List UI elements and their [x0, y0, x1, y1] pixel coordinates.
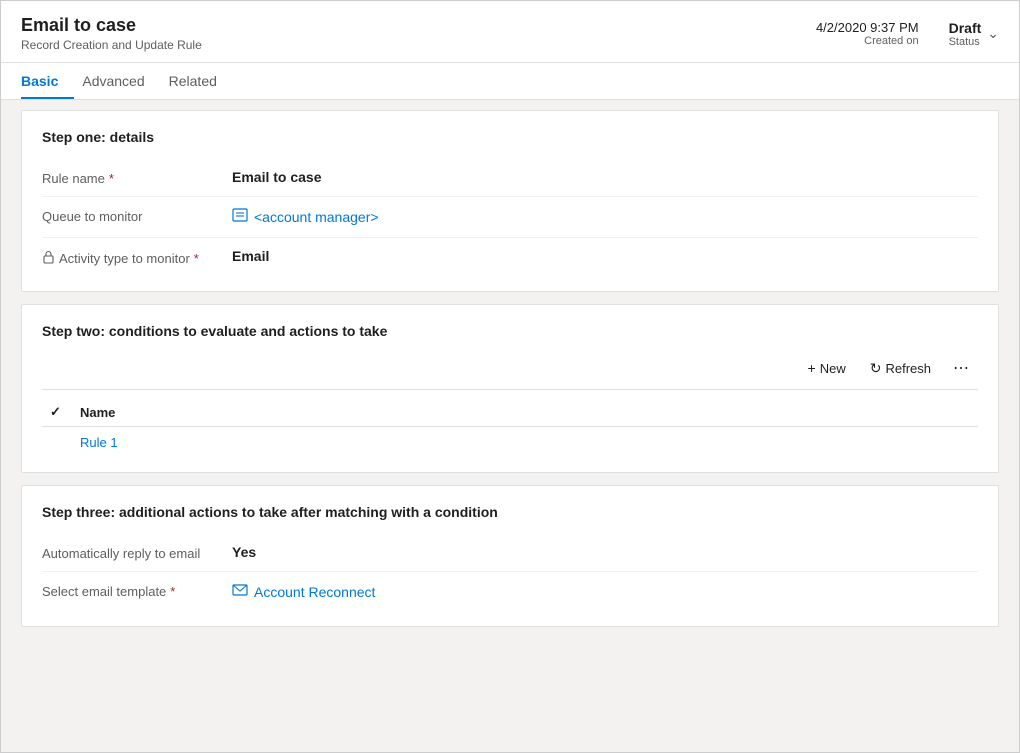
header-right: 4/2/2020 9:37 PM Created on Draft Status… [816, 20, 999, 48]
refresh-icon: ↻ [870, 360, 882, 377]
required-star: * [109, 171, 114, 186]
table-cell-check [42, 427, 72, 459]
check-icon: ✓ [50, 404, 61, 419]
email-template-icon [232, 582, 248, 602]
header: Email to case Record Creation and Update… [1, 1, 1019, 63]
new-button[interactable]: + New [798, 355, 856, 381]
email-template-value[interactable]: Account Reconnect [232, 582, 978, 602]
step-one-title: Step one: details [42, 129, 978, 145]
queue-icon [232, 207, 248, 227]
queue-to-monitor-row: Queue to monitor <account manager> [42, 197, 978, 238]
more-options-button[interactable]: ⋯ [945, 353, 978, 383]
queue-to-monitor-label: Queue to monitor [42, 207, 232, 224]
conditions-table: ✓ Name Rule 1 [42, 398, 978, 458]
step-two-toolbar: + New ↻ Refresh ⋯ [42, 353, 978, 390]
table-header-check: ✓ [42, 398, 72, 427]
activity-type-row: Activity type to monitor * Email [42, 238, 978, 277]
step-one-card: Step one: details Rule name * Email to c… [21, 110, 999, 292]
plus-icon: + [808, 360, 816, 376]
page-title: Email to case [21, 15, 202, 36]
step-two-card: Step two: conditions to evaluate and act… [21, 304, 999, 473]
rule-name-label: Rule name * [42, 169, 232, 186]
required-star-2: * [194, 251, 199, 266]
tab-advanced[interactable]: Advanced [82, 63, 160, 99]
header-left: Email to case Record Creation and Update… [21, 15, 202, 52]
table-row[interactable]: Rule 1 [42, 427, 978, 459]
auto-reply-value: Yes [232, 544, 978, 560]
activity-type-value: Email [232, 248, 978, 264]
chevron-down-icon[interactable]: ⌄ [987, 25, 999, 42]
table-header-name: Name [72, 398, 978, 427]
table-cell-name[interactable]: Rule 1 [72, 427, 978, 459]
required-star-3: * [170, 584, 175, 599]
status-value: Draft [949, 20, 982, 36]
status-text-wrap: Draft Status [949, 20, 982, 48]
step-three-card: Step three: additional actions to take a… [21, 485, 999, 627]
main-content: Step one: details Rule name * Email to c… [1, 100, 1019, 752]
tab-related[interactable]: Related [169, 63, 233, 99]
step-three-title: Step three: additional actions to take a… [42, 504, 978, 520]
queue-to-monitor-value[interactable]: <account manager> [232, 207, 978, 227]
lock-icon [42, 250, 55, 267]
email-template-label: Select email template * [42, 582, 232, 599]
rule-name-row: Rule name * Email to case [42, 159, 978, 197]
status-block[interactable]: Draft Status ⌄ [949, 20, 999, 48]
email-template-row: Select email template * Account Reconnec… [42, 572, 978, 612]
auto-reply-row: Automatically reply to email Yes [42, 534, 978, 572]
refresh-button[interactable]: ↻ Refresh [860, 355, 941, 382]
header-meta: 4/2/2020 9:37 PM Created on [816, 20, 919, 47]
status-label: Status [949, 36, 982, 48]
auto-reply-label: Automatically reply to email [42, 544, 232, 561]
page-subtitle: Record Creation and Update Rule [21, 38, 202, 52]
created-date: 4/2/2020 9:37 PM [816, 20, 919, 35]
tab-basic[interactable]: Basic [21, 63, 74, 99]
rule-name-value: Email to case [232, 169, 978, 185]
tab-bar: Basic Advanced Related [1, 63, 1019, 100]
created-on-label: Created on [816, 35, 919, 47]
activity-type-label: Activity type to monitor * [42, 248, 232, 267]
table-header-row: ✓ Name [42, 398, 978, 427]
step-two-title: Step two: conditions to evaluate and act… [42, 323, 978, 339]
